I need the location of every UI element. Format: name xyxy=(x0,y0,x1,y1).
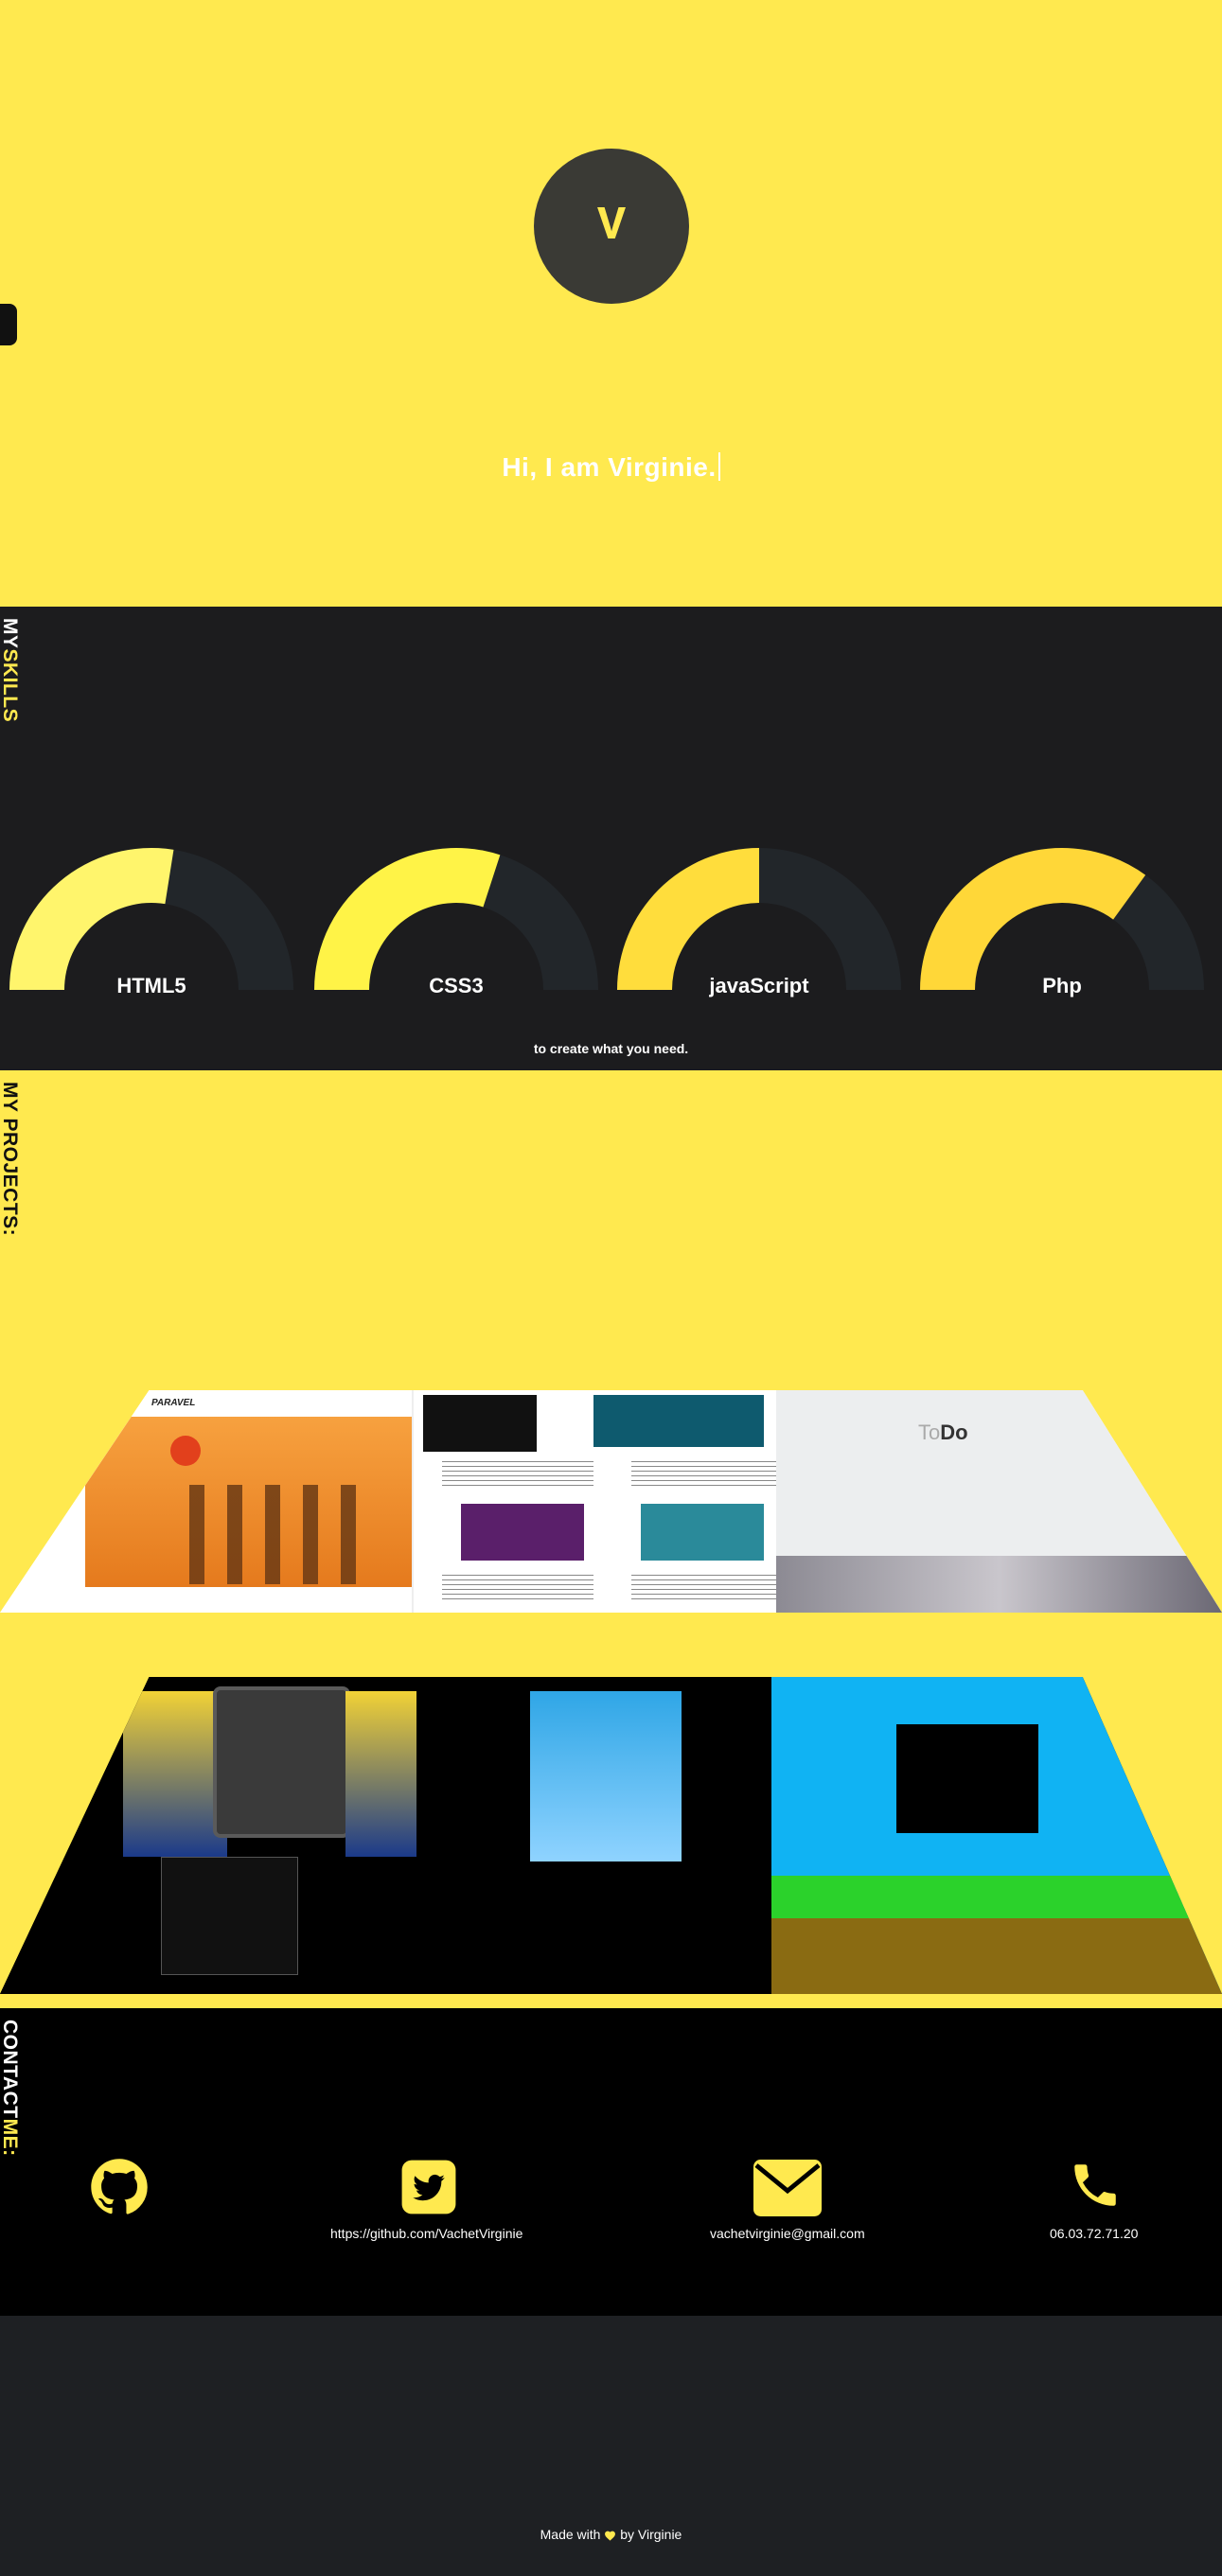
projects-section: MY PROJECTS: PARAVEL ToDo xyxy=(0,1070,1222,2008)
contact-title-part2: ME: xyxy=(0,2118,21,2157)
paravel-brand: PARAVEL xyxy=(151,1398,196,1408)
heart-icon xyxy=(604,2529,616,2544)
projects-row-1: PARAVEL ToDo xyxy=(0,1390,1222,1613)
projects-bottom-stripe xyxy=(0,1996,1222,2008)
skill-label: javaScript xyxy=(709,974,809,997)
logo-letter: V xyxy=(596,199,626,254)
skill-gauge-php xyxy=(918,846,1206,990)
skill-gauge-css3 xyxy=(312,846,600,990)
subway-logo-block xyxy=(423,1395,537,1452)
todo-title-a: To xyxy=(918,1420,941,1444)
mario-game-screen xyxy=(530,1691,682,1861)
todo-title-b: Do xyxy=(940,1420,968,1444)
blog-text-col2 xyxy=(631,1461,783,1490)
blog-text-col3 xyxy=(442,1575,593,1603)
blog-text-col4 xyxy=(631,1575,783,1603)
projects-title: MY PROJECTS: xyxy=(0,1082,21,1237)
projects-row-2 xyxy=(0,1677,1222,1994)
blog-photo-vinyl xyxy=(641,1504,764,1561)
skills-tagline: to create what you need. xyxy=(533,1041,689,1056)
blog-header-banner xyxy=(593,1395,764,1447)
duck-hunt-ground xyxy=(771,1918,1222,1994)
duck-hunt-score-box xyxy=(896,1724,1038,1833)
typing-caret xyxy=(717,452,720,481)
project-todo-thumbnail[interactable]: ToDo xyxy=(776,1390,1222,1613)
hero-section: V Hi, I am Virginie. xyxy=(0,0,1222,607)
project-nes-gallery-thumbnail[interactable] xyxy=(0,1677,450,1994)
skills-title-part1: MY xyxy=(0,618,21,649)
skills-title: MYSKILLS xyxy=(0,618,21,722)
github-icon[interactable] xyxy=(90,2158,149,2221)
skill-gauge-javascript xyxy=(615,846,903,990)
github-link[interactable]: https://github.com/VachetVirginie xyxy=(330,2226,522,2241)
gauge-fill xyxy=(314,848,501,990)
skill-label: Php xyxy=(1042,974,1082,997)
skill-gauge-html5 xyxy=(8,846,295,990)
gauge-fill xyxy=(920,848,1146,990)
skills-section: MYSKILLS HTML5 CSS3 javaScript Php to cr… xyxy=(0,607,1222,1070)
todo-title: ToDo xyxy=(918,1420,968,1445)
footer-by: by Virginie xyxy=(620,2527,682,2542)
hero-greeting-text: Hi, I am Virginie. xyxy=(502,452,717,482)
nes-tv-screen xyxy=(213,1686,350,1838)
email-icon[interactable] xyxy=(753,2160,822,2221)
todo-footer-gradient xyxy=(776,1556,1222,1613)
project-mario-game-thumbnail[interactable] xyxy=(416,1677,814,1994)
footer-credit: Made with by Virginie xyxy=(0,2527,1222,2544)
duck-hunt-grass xyxy=(771,1876,1222,1923)
project-duck-hunt-thumbnail[interactable] xyxy=(771,1677,1222,1994)
phone-number[interactable]: 06.03.72.71.20 xyxy=(1050,2226,1138,2241)
contact-title: CONTACTME: xyxy=(0,2020,21,2157)
paravel-sun xyxy=(170,1436,201,1466)
email-link[interactable]: vachetvirginie@gmail.com xyxy=(710,2226,865,2241)
nes-trophy-left xyxy=(123,1691,227,1857)
skill-label: CSS3 xyxy=(429,974,484,997)
phone-icon[interactable] xyxy=(1068,2158,1123,2217)
skill-label: HTML5 xyxy=(116,974,186,997)
gauge-fill xyxy=(617,848,759,990)
blog-photo-concert xyxy=(461,1504,584,1561)
blog-text-col1 xyxy=(442,1461,593,1490)
gauge-fill xyxy=(9,848,174,990)
skills-title-part2: SKILLS xyxy=(0,648,21,723)
nes-controller xyxy=(161,1857,298,1975)
logo-avatar: V xyxy=(534,149,689,304)
project-paravel-thumbnail[interactable]: PARAVEL xyxy=(0,1390,426,1613)
paravel-figures xyxy=(189,1485,379,1584)
twitter-icon[interactable] xyxy=(399,2158,458,2221)
hero-greeting: Hi, I am Virginie. xyxy=(0,452,1222,483)
side-menu-tab[interactable] xyxy=(0,304,17,345)
contact-title-part1: CONTACT xyxy=(0,2020,21,2119)
project-music-blog-thumbnail[interactable] xyxy=(412,1390,819,1613)
footer-made-with: Made with xyxy=(540,2527,601,2542)
contact-section: CONTACTME: xyxy=(0,2008,1222,2316)
